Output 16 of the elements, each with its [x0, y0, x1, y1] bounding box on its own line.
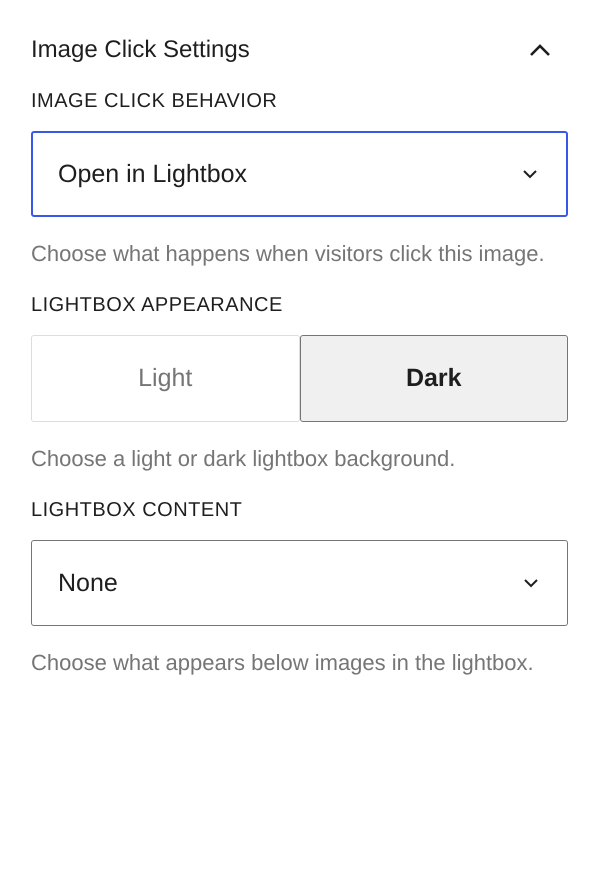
- help-text: Choose what happens when visitors click this image.: [31, 240, 546, 268]
- caret-icon: [523, 578, 539, 588]
- toggle-option[interactable]: Dark: [300, 335, 568, 422]
- field-label: IMAGE CLICK BEHAVIOR: [31, 90, 278, 113]
- toggle-option[interactable]: Light: [31, 335, 300, 422]
- help-text: Choose what appears below images in the lightbox.: [31, 649, 535, 677]
- field-label: LIGHTBOX CONTENT: [31, 499, 244, 522]
- panel-title: Image Click Settings: [31, 36, 250, 64]
- dropdown-value: None: [58, 568, 118, 598]
- dropdown-select[interactable]: Open in Lightbox: [31, 131, 568, 217]
- caret-icon: [522, 169, 538, 179]
- chevron-icon: [528, 42, 552, 58]
- help-text: Choose a light or dark lightbox background.: [31, 445, 456, 473]
- dropdown-value: Open in Lightbox: [58, 160, 248, 188]
- field-label: LIGHTBOX APPEARANCE: [31, 294, 284, 317]
- dropdown-select[interactable]: None: [31, 540, 568, 626]
